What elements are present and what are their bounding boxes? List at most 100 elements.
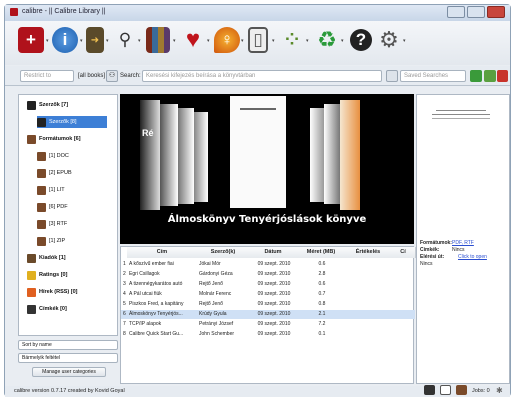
table-cell: 8: [123, 331, 126, 337]
column-header[interactable]: Méret (MB): [297, 247, 346, 258]
info-icon[interactable]: i: [52, 27, 78, 53]
library-icon[interactable]: [146, 27, 170, 53]
formats-value[interactable]: PDF, RTF: [452, 240, 474, 246]
search-icon[interactable]: ⚲: [112, 27, 138, 53]
tag-item[interactable]: Ratings [0]: [27, 269, 67, 281]
search-label: Search:: [120, 73, 141, 79]
book-cover: [140, 100, 160, 210]
chevron-down-icon[interactable]: ▾: [106, 39, 110, 44]
table-cell: 0.1: [318, 331, 326, 337]
formats-label: Formátumok:: [420, 240, 452, 246]
jobs-label[interactable]: Jobs: 0: [472, 388, 490, 394]
clear-search-icon[interactable]: [386, 70, 398, 82]
tags-value: Nincs: [452, 247, 465, 253]
chevron-down-icon[interactable]: ▾: [241, 39, 245, 44]
layout-cover-icon[interactable]: [424, 385, 435, 395]
path-label: Elérési út:: [420, 254, 445, 260]
tag-item[interactable]: [1] ZIP: [37, 235, 65, 247]
table-row[interactable]: 7 TCP/IP alapok Petrányi József 09 szept. 2…: [121, 320, 415, 329]
table-row[interactable]: 2 Egri Csillagok Gárdonyi Géza 09 szept. 20…: [121, 270, 415, 279]
column-header[interactable]: Értékelés: [345, 247, 392, 258]
add-books-icon[interactable]: +: [18, 27, 44, 53]
table-row[interactable]: 5 Piszkos Fred, a kapitány Rejtő Jenő 09 sz…: [121, 300, 415, 309]
table-cell: 0.6: [318, 281, 326, 287]
save-search-icon[interactable]: [470, 70, 482, 82]
tag-item[interactable]: [2] EPUB: [37, 167, 72, 179]
column-header[interactable]: Cí: [391, 247, 416, 258]
tag-item[interactable]: Hírek (RSS) [0]: [27, 286, 78, 298]
table-cell: Piszkos Fred, a kapitány: [129, 301, 184, 307]
help-icon[interactable]: ?: [350, 29, 372, 51]
table-row[interactable]: 8 Calibre Quick Start Gu... John Schember 0…: [121, 330, 415, 339]
chevron-down-icon[interactable]: ▾: [341, 39, 345, 44]
tag-item[interactable]: Szerzők [7]: [27, 99, 68, 111]
format-icon: [37, 168, 46, 178]
table-cell: 5: [123, 301, 126, 307]
table-cell: 09 szept. 2010: [257, 301, 291, 307]
table-cell: 09 szept. 2010: [257, 291, 291, 297]
manage-categories-button[interactable]: Manage user categories: [32, 367, 106, 377]
chevron-down-icon[interactable]: ▾: [207, 39, 211, 44]
restrict-dropdown[interactable]: Restrict to: [20, 70, 74, 82]
tag-item[interactable]: [3] RTF: [37, 218, 67, 230]
close-button[interactable]: [487, 6, 505, 18]
publisher-icon: [27, 253, 36, 263]
location-icon[interactable]: ♀: [214, 27, 240, 53]
convert-icon[interactable]: ➜: [86, 27, 104, 53]
table-row[interactable]: 3A tizennégykarátos autó Rejtő Jenő 09 sze…: [121, 280, 415, 289]
match-dropdown[interactable]: Bármelyik feltétel: [18, 353, 118, 363]
heart-icon[interactable]: ♥: [180, 26, 206, 53]
tag-item[interactable]: [1] DOC: [37, 150, 69, 162]
chevron-down-icon[interactable]: ▾: [80, 39, 84, 44]
window-title: calibre - || Calibre Library ||: [22, 8, 106, 15]
table-cell: 6: [123, 311, 126, 317]
table-cell: 09 szept. 2010: [257, 321, 291, 327]
tag-item[interactable]: Címkék [0]: [27, 303, 67, 315]
chevron-down-icon[interactable]: ▾: [173, 39, 177, 44]
copy-search-icon[interactable]: [484, 70, 496, 82]
cover-preview[interactable]: [428, 100, 496, 140]
preferences-icon[interactable]: ⚙: [376, 27, 402, 53]
book-cover: [340, 100, 360, 210]
chevron-down-icon[interactable]: ▾: [138, 39, 142, 44]
table-cell: Jókai Mór: [199, 261, 221, 267]
column-header[interactable]: Dátum: [249, 247, 298, 258]
tag-item[interactable]: Szerzők [8]: [37, 116, 107, 128]
tag-item[interactable]: [1] LIT: [37, 184, 65, 196]
table-row[interactable]: 6 Álmoskönyv Tenyérjós... Krúdy Gyula 09 sz…: [121, 310, 415, 319]
minimize-button[interactable]: [447, 6, 465, 18]
news-icon[interactable]: ⁘: [279, 27, 305, 53]
tag-item[interactable]: [6] PDF: [37, 201, 68, 213]
delete-search-icon[interactable]: [497, 70, 508, 82]
column-header[interactable]: Szerző(k): [197, 247, 250, 258]
tag-item[interactable]: Kiadók [1]: [27, 252, 66, 264]
table-row[interactable]: 1A kőszívű ember fiai Jókai Mór 09 szept. …: [121, 260, 415, 269]
tag-item-label: Hírek (RSS) [0]: [39, 289, 78, 295]
table-cell: 2: [123, 271, 126, 277]
chevron-down-icon[interactable]: ▾: [272, 39, 276, 44]
cover-text-line: [240, 108, 276, 110]
book-details-toggle-icon[interactable]: [456, 385, 467, 395]
table-cell: 2.8: [318, 271, 326, 277]
tag-item[interactable]: Formátumok [6]: [27, 133, 81, 145]
saved-searches-dropdown[interactable]: Saved Searches: [400, 70, 466, 82]
recycle-icon[interactable]: ♻: [314, 27, 340, 53]
maximize-button[interactable]: [467, 6, 485, 18]
table-cell: TCP/IP alapok: [129, 321, 162, 327]
sort-by-dropdown[interactable]: Sort by name: [18, 340, 118, 350]
table-cell: John Schember: [199, 331, 235, 337]
table-cell: Rejtő Jenő: [199, 301, 223, 307]
path-link[interactable]: Click to open: [458, 254, 487, 260]
tag-browser-toggle-icon[interactable]: [440, 385, 451, 395]
binoculars-icon[interactable]: ⚇: [106, 70, 118, 82]
table-cell: 0.7: [318, 291, 326, 297]
device-icon[interactable]: ▯: [248, 27, 268, 53]
column-header[interactable]: Cím: [127, 247, 198, 258]
tag-item-label: [3] RTF: [49, 221, 68, 227]
spinner-icon: ✱: [496, 386, 503, 395]
chevron-down-icon[interactable]: ▾: [306, 39, 310, 44]
chevron-down-icon[interactable]: ▾: [46, 39, 50, 44]
search-input[interactable]: Keresési kifejezés beírása a könyvtárban: [142, 70, 382, 82]
table-row[interactable]: 4A Pál utcai fiúk Molnár Ferenc 09 szept. …: [121, 290, 415, 299]
chevron-down-icon[interactable]: ▾: [403, 39, 407, 44]
